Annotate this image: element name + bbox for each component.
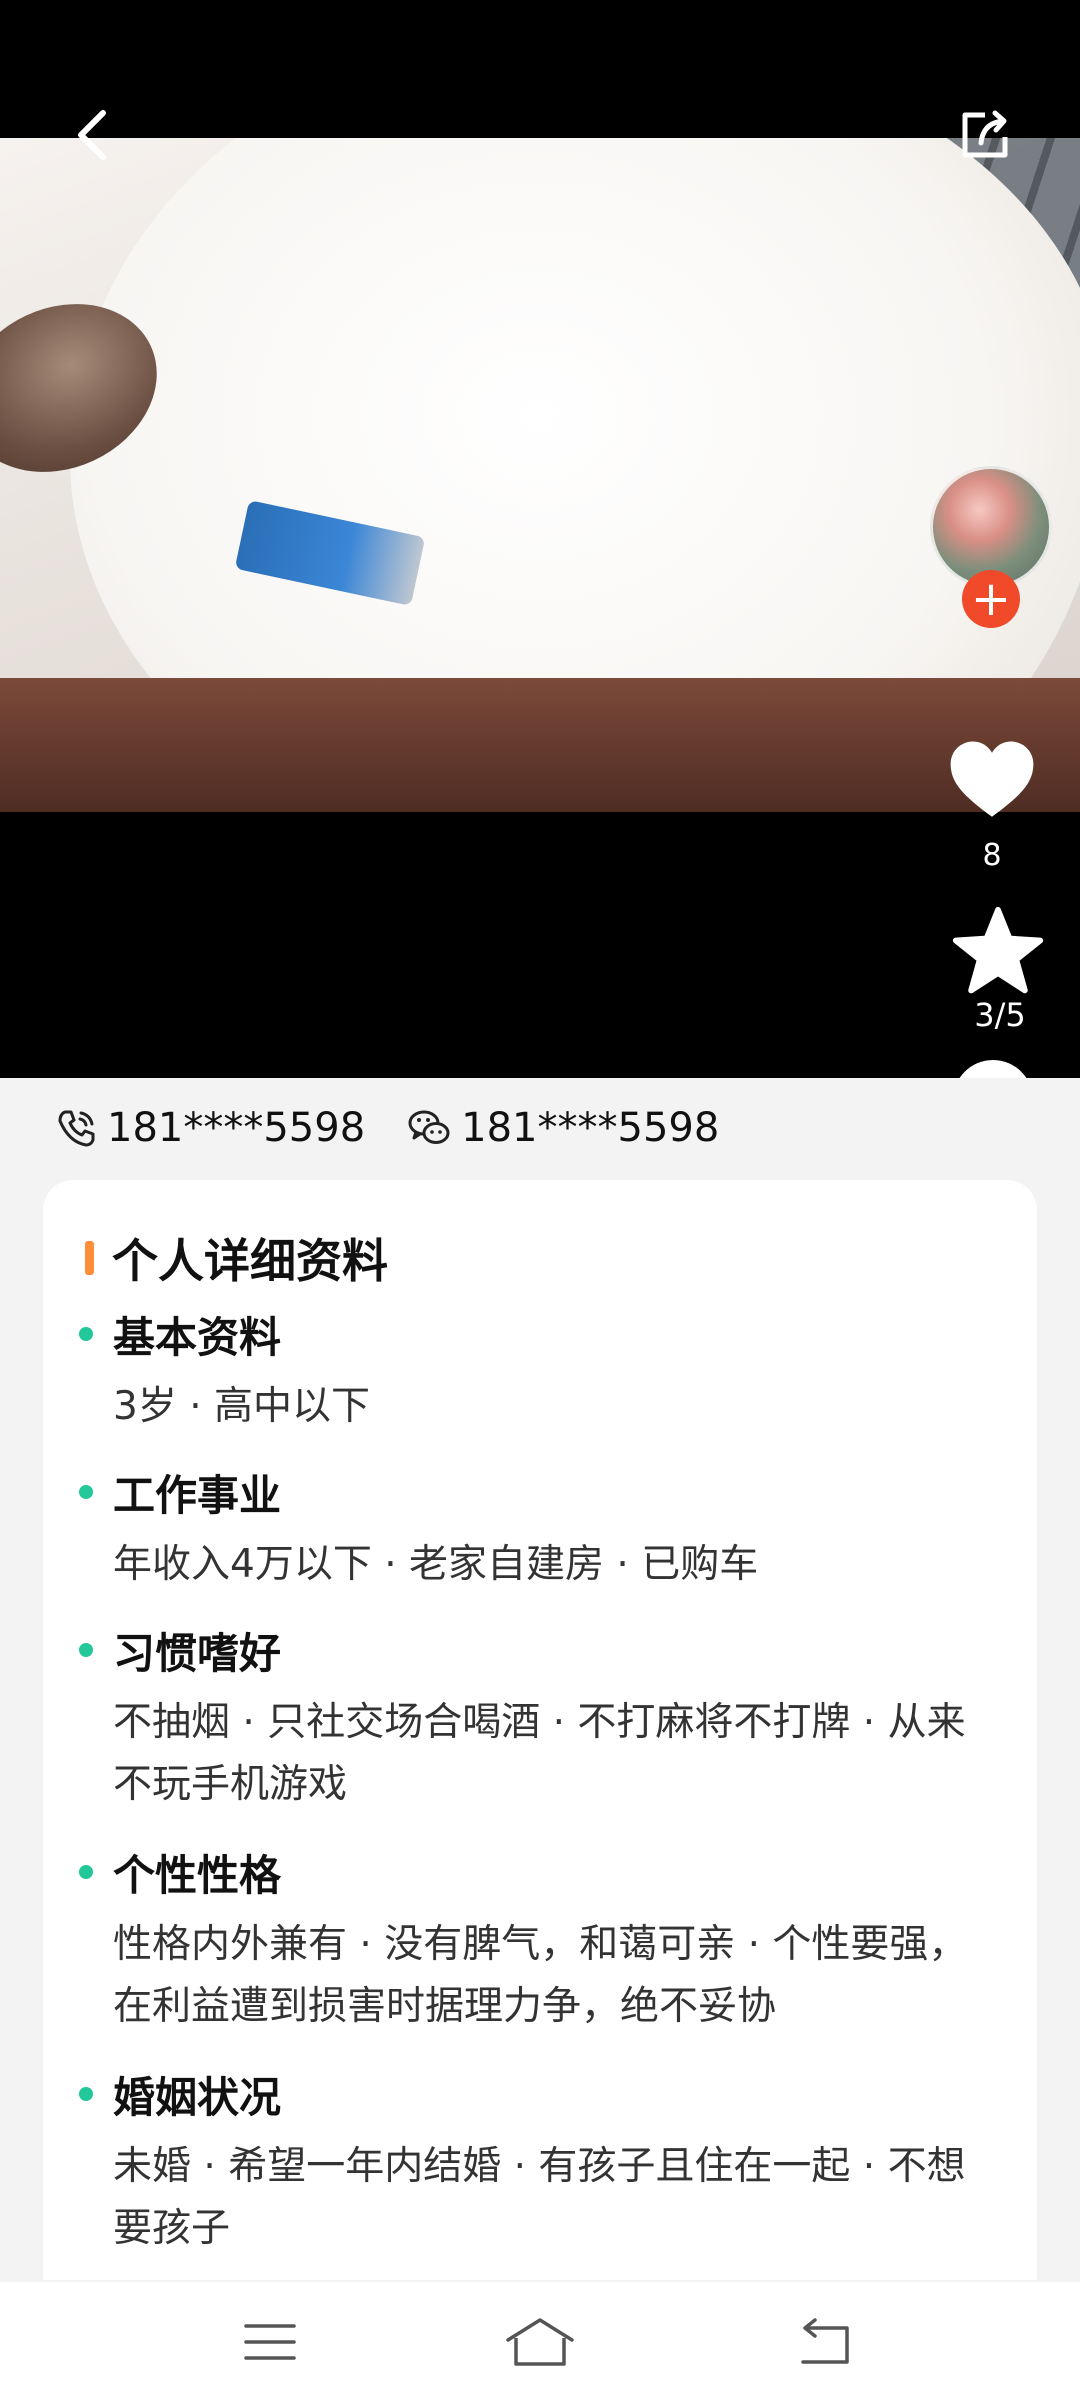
section-body-text: 3岁 · 高中以下	[113, 1384, 371, 1429]
bullet-dot	[79, 1865, 93, 1879]
media-viewer[interactable]: + 8 3/5	[0, 0, 1080, 1078]
home-icon	[506, 2318, 574, 2366]
section-body-text: 年收入4万以下 · 老家自建房 · 已购车	[113, 1542, 759, 1587]
system-nav-bar	[0, 2282, 1080, 2408]
bullet-dot	[79, 1485, 93, 1499]
back-button[interactable]	[52, 95, 132, 175]
section-body-text: 性格内外兼有 · 没有脾气，和蔼可亲 · 个性要强，在利益遭到损害时据理力争，绝…	[113, 1922, 968, 2029]
chevron-left-icon	[78, 110, 106, 160]
section-heading-text: 习惯嗜好	[113, 1628, 282, 1678]
section-heading: 工作事业	[79, 1464, 999, 1520]
star-icon[interactable]	[950, 904, 1046, 1000]
contact-row: 181****5598 181****5598	[0, 1078, 1080, 1178]
wechat-icon	[408, 1110, 450, 1144]
post-photo[interactable]	[0, 138, 1080, 812]
bullet-dot	[79, 1643, 93, 1657]
section-heading-text: 工作事业	[113, 1470, 282, 1520]
heart-icon[interactable]	[945, 734, 1039, 828]
section-heading: 习惯嗜好	[79, 1622, 999, 1678]
section-heading: 个性性格	[79, 1844, 999, 1900]
page-indicator: 3/5	[974, 996, 1026, 1034]
card-title-text: 个人详细资料	[112, 1234, 388, 1288]
section-heading-text: 婚姻状况	[113, 2072, 282, 2122]
section-heading: 基本资料	[79, 1306, 999, 1362]
plus-icon: +	[970, 571, 1012, 627]
section-personality: 个性性格 性格内外兼有 · 没有脾气，和蔼可亲 · 个性要强，在利益遭到损害时据…	[79, 1844, 999, 2038]
photo-desk	[0, 678, 1080, 812]
phone-contact[interactable]: 181****5598	[55, 1105, 365, 1151]
follow-button[interactable]: +	[962, 570, 1020, 628]
comment-icon[interactable]	[953, 1060, 1033, 1078]
home-button[interactable]	[490, 2302, 590, 2382]
section-body-text: 不抽烟 · 只社交场合喝酒 · 不打麻将不打牌 · 从来不玩手机游戏	[113, 1700, 966, 1807]
phone-number: 181****5598	[107, 1105, 366, 1151]
back-icon	[801, 2318, 849, 2364]
section-career: 工作事业 年收入4万以下 · 老家自建房 · 已购车	[79, 1464, 999, 1596]
bullet-dot	[79, 2087, 93, 2101]
profile-details-card: 个人详细资料 基本资料 3岁 · 高中以下 工作事业 年收入4万以下 · 老家自…	[43, 1180, 1037, 2280]
wechat-contact[interactable]: 181****5598	[407, 1105, 719, 1151]
section-basic-info: 基本资料 3岁 · 高中以下	[79, 1306, 999, 1438]
menu-icon	[244, 2324, 296, 2360]
bullet-dot	[79, 1327, 93, 1341]
card-title: 个人详细资料	[85, 1225, 388, 1291]
share-icon	[962, 110, 1008, 158]
back-nav-button[interactable]	[775, 2302, 875, 2382]
section-habits: 习惯嗜好 不抽烟 · 只社交场合喝酒 · 不打麻将不打牌 · 从来不玩手机游戏	[79, 1622, 999, 1816]
section-marital-status: 婚姻状况 未婚 · 希望一年内结婚 · 有孩子且住在一起 · 不想要孩子	[79, 2066, 999, 2260]
section-body-text: 未婚 · 希望一年内结婚 · 有孩子且住在一起 · 不想要孩子	[113, 2144, 966, 2251]
title-accent-bar	[85, 1241, 94, 1275]
section-heading: 婚姻状况	[79, 2066, 999, 2122]
like-count: 8	[982, 838, 1002, 873]
section-heading-text: 个性性格	[113, 1850, 282, 1900]
recent-apps-button[interactable]	[220, 2302, 320, 2382]
section-heading-text: 基本资料	[113, 1312, 282, 1362]
share-button[interactable]	[945, 95, 1025, 175]
wechat-id: 181****5598	[461, 1105, 720, 1151]
phone-icon	[58, 1110, 95, 1147]
